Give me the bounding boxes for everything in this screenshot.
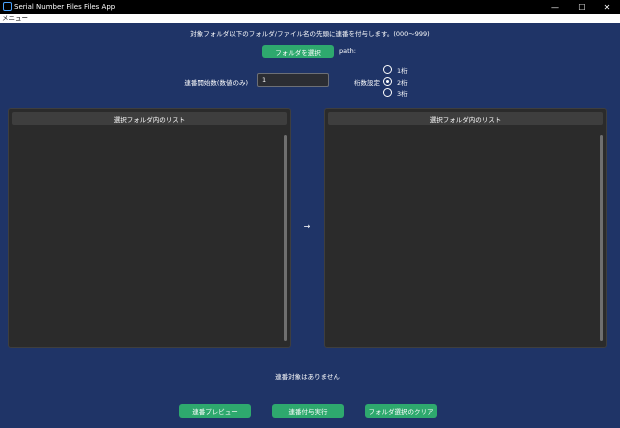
left-panel-scrollbar[interactable] xyxy=(284,135,287,341)
digits-radio-1[interactable] xyxy=(383,65,392,74)
digits-label: 桁数設定 xyxy=(354,79,380,87)
select-folder-button[interactable]: フォルダを選択 xyxy=(262,45,334,58)
left-panel-header: 選択フォルダ内のリスト xyxy=(12,112,287,125)
arrow-icon: → xyxy=(303,222,311,231)
start-number-label: 連番開始数(数値のみ) xyxy=(184,79,248,87)
path-label: path: xyxy=(339,47,356,55)
digits-radio-3-label: 3桁 xyxy=(397,90,408,98)
left-list-panel[interactable]: 選択フォルダ内のリスト xyxy=(8,108,291,348)
clear-folder-button[interactable]: フォルダ選択のクリア xyxy=(365,404,437,418)
right-panel-header: 選択フォルダ内のリスト xyxy=(328,112,603,125)
close-button[interactable]: ✕ xyxy=(594,0,620,14)
minimize-button[interactable]: — xyxy=(542,0,568,14)
menu-item-menu[interactable]: メニュー xyxy=(2,14,28,23)
instruction-text: 対象フォルダ以下のフォルダ/ファイル名の先頭に連番を付与します。(000〜999… xyxy=(190,30,430,38)
digits-radio-2[interactable] xyxy=(383,77,392,86)
title-bar[interactable]: Serial Number Files Files App — ☐ ✕ xyxy=(0,0,620,14)
status-message: 連番対象はありません xyxy=(275,373,340,381)
preview-button[interactable]: 連番プレビュー xyxy=(179,404,251,418)
start-number-input[interactable]: 1 xyxy=(257,73,329,87)
window-title: Serial Number Files Files App xyxy=(14,3,116,11)
menu-bar: メニュー xyxy=(0,14,620,23)
digits-radio-3[interactable] xyxy=(383,88,392,97)
right-panel-scrollbar[interactable] xyxy=(600,135,603,341)
digits-radio-2-label: 2桁 xyxy=(397,79,408,87)
app-icon xyxy=(3,2,12,11)
digits-radio-1-label: 1桁 xyxy=(397,67,408,75)
execute-button[interactable]: 連番付与実行 xyxy=(272,404,344,418)
maximize-button[interactable]: ☐ xyxy=(569,0,595,14)
right-list-panel[interactable]: 選択フォルダ内のリスト xyxy=(324,108,607,348)
